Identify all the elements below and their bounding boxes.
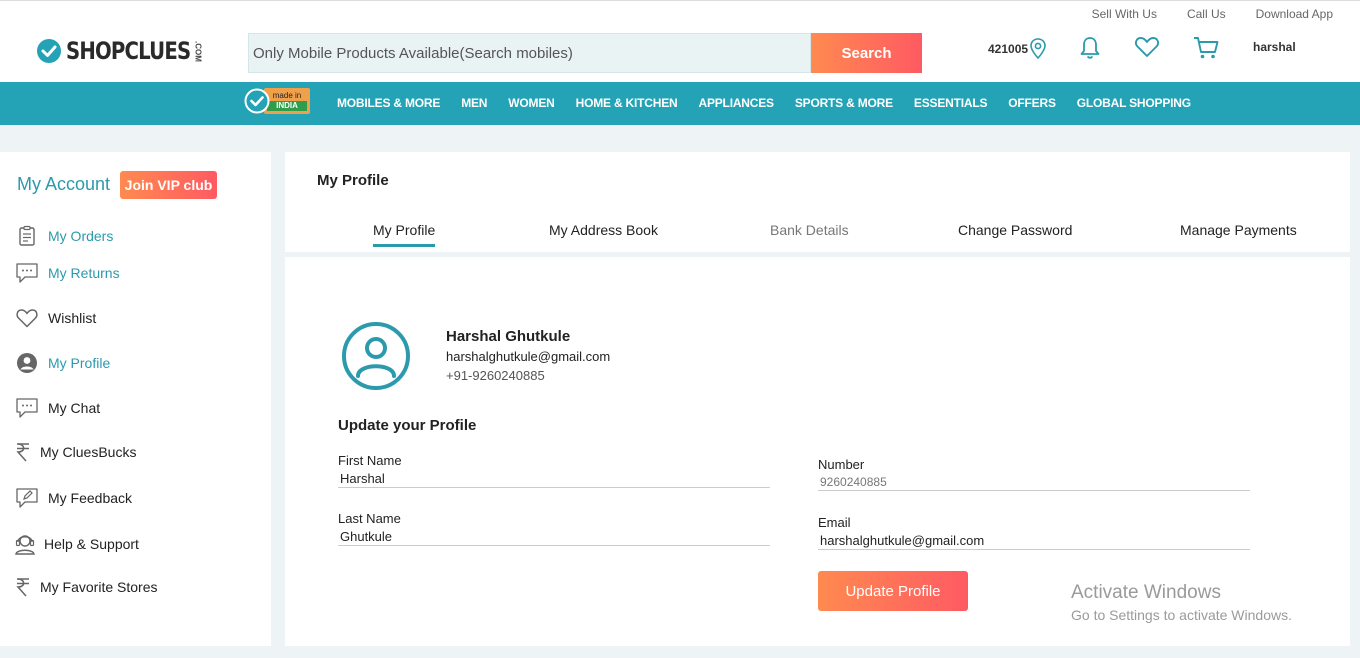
search-input[interactable]	[248, 33, 811, 73]
search-bar: Search	[248, 33, 922, 73]
nav-items: MOBILES & MORE MEN WOMEN HOME & KITCHEN …	[337, 96, 1191, 110]
nav-item-women[interactable]: WOMEN	[508, 96, 555, 110]
check-badge-icon	[244, 88, 270, 114]
sidebar-item-help[interactable]: Help & Support	[12, 532, 139, 556]
sidebar-item-label: My Favorite Stores	[40, 579, 158, 595]
sidebar-item-orders[interactable]: My Orders	[12, 225, 113, 247]
logo-text: SHOPCLUES	[66, 37, 191, 65]
last-name-label: Last Name	[338, 511, 401, 526]
tab-address-book[interactable]: My Address Book	[549, 222, 658, 238]
email-label: Email	[818, 515, 851, 530]
update-profile-heading: Update your Profile	[338, 417, 477, 434]
nav-item-global-shopping[interactable]: GLOBAL SHOPPING	[1077, 96, 1191, 110]
rupee-icon	[16, 443, 29, 462]
watermark-subtitle: Go to Settings to activate Windows.	[1071, 607, 1292, 623]
sidebar-item-label: My Profile	[48, 355, 111, 371]
profile-email: harshalghutkule@gmail.com	[446, 349, 611, 364]
clipboard-icon	[19, 225, 35, 246]
sidebar-item-label: My Orders	[48, 228, 114, 244]
india-text: INDIA	[267, 101, 307, 111]
sidebar-item-returns[interactable]: My Returns	[12, 262, 120, 284]
bell-icon[interactable]	[1078, 35, 1102, 61]
sidebar-item-chat[interactable]: My Chat	[12, 397, 100, 419]
sidebar-item-label: Wishlist	[48, 310, 97, 326]
nav-item-offers[interactable]: OFFERS	[1008, 96, 1056, 110]
sidebar-item-label: My Returns	[48, 265, 120, 281]
sidebar-item-favorite-stores[interactable]: My Favorite Stores	[12, 577, 157, 597]
logo-check-icon	[37, 39, 61, 63]
rupee-icon	[16, 578, 29, 597]
top-links: Sell With Us Call Us Download App	[1092, 7, 1333, 21]
first-name-label: First Name	[338, 453, 402, 468]
heart-icon[interactable]	[1134, 35, 1160, 59]
number-label: Number	[818, 457, 865, 472]
watermark-title: Activate Windows	[1071, 582, 1221, 603]
chat-bubble-icon	[16, 263, 38, 283]
chat-bubble-icon	[16, 398, 38, 418]
pincode-selector[interactable]: 421005	[988, 37, 1047, 61]
nav-item-home-kitchen[interactable]: HOME & KITCHEN	[576, 96, 678, 110]
site-header: Sell With Us Call Us Download App SHOPCL…	[0, 0, 1360, 82]
avatar	[342, 322, 410, 390]
profile-header-panel: My Profile My Profile My Address Book Ba…	[285, 152, 1350, 252]
tab-my-profile[interactable]: My Profile	[373, 222, 436, 247]
sidebar-item-cluesbucks[interactable]: My CluesBucks	[12, 442, 136, 462]
user-circle-icon	[17, 353, 37, 373]
call-us-link[interactable]: Call Us	[1187, 7, 1226, 21]
join-vip-button[interactable]: Join VIP club	[120, 171, 217, 199]
update-profile-button[interactable]: Update Profile	[818, 571, 968, 611]
nav-item-mobiles[interactable]: MOBILES & MORE	[337, 96, 440, 110]
made-in-text: made in	[272, 91, 302, 100]
first-name-field: First Name	[338, 453, 770, 488]
number-input[interactable]	[818, 472, 1250, 491]
profile-name: Harshal Ghutkule	[446, 328, 571, 345]
sidebar-item-label: My CluesBucks	[40, 444, 137, 460]
sidebar-item-label: My Feedback	[48, 490, 133, 506]
sidebar-item-wishlist[interactable]: Wishlist	[12, 307, 96, 329]
logo-suffix: .COM	[193, 40, 203, 62]
sidebar-item-label: Help & Support	[44, 536, 139, 552]
sidebar-item-profile[interactable]: My Profile	[12, 352, 110, 374]
location-pin-icon	[1030, 38, 1046, 60]
last-name-input[interactable]	[338, 526, 770, 546]
search-button[interactable]: Search	[811, 33, 922, 73]
sidebar-item-feedback[interactable]: My Feedback	[12, 487, 132, 509]
account-sidebar: My Account Join VIP club My Orders My Re…	[0, 152, 271, 646]
tab-change-password[interactable]: Change Password	[958, 222, 1072, 238]
category-nav: made in INDIA MOBILES & MORE MEN WOMEN H…	[0, 82, 1360, 125]
nav-item-essentials[interactable]: ESSENTIALS	[914, 96, 988, 110]
sidebar-title: My Account	[17, 174, 111, 194]
account-username[interactable]: harshal	[1253, 40, 1296, 54]
made-in-india-label: made in INDIA	[264, 88, 310, 114]
shopclues-logo[interactable]: SHOPCLUES .COM	[36, 37, 203, 65]
email-field: Email	[818, 515, 1250, 550]
sell-with-us-link[interactable]: Sell With Us	[1092, 7, 1157, 21]
heart-icon	[16, 309, 38, 328]
headset-icon	[15, 535, 35, 555]
pincode-text: 421005	[988, 42, 1029, 56]
sidebar-item-label: My Chat	[48, 400, 101, 416]
number-field: Number	[818, 457, 1250, 491]
download-app-link[interactable]: Download App	[1256, 7, 1333, 21]
tab-bank-details[interactable]: Bank Details	[770, 222, 849, 238]
nav-item-sports[interactable]: SPORTS & MORE	[795, 96, 893, 110]
profile-phone: +91-9260240885	[446, 368, 545, 383]
nav-item-men[interactable]: MEN	[461, 96, 487, 110]
email-input[interactable]	[818, 530, 1250, 550]
made-in-india-badge[interactable]: made in INDIA	[244, 88, 310, 114]
tab-manage-payments[interactable]: Manage Payments	[1180, 222, 1297, 238]
activate-windows-watermark: Activate Windows Go to Settings to activ…	[1071, 582, 1292, 623]
first-name-input[interactable]	[338, 468, 770, 488]
nav-item-appliances[interactable]: APPLIANCES	[698, 96, 774, 110]
last-name-field: Last Name	[338, 511, 770, 546]
cart-icon[interactable]	[1192, 35, 1220, 61]
page-title: My Profile	[317, 172, 389, 189]
edit-icon	[16, 488, 38, 508]
